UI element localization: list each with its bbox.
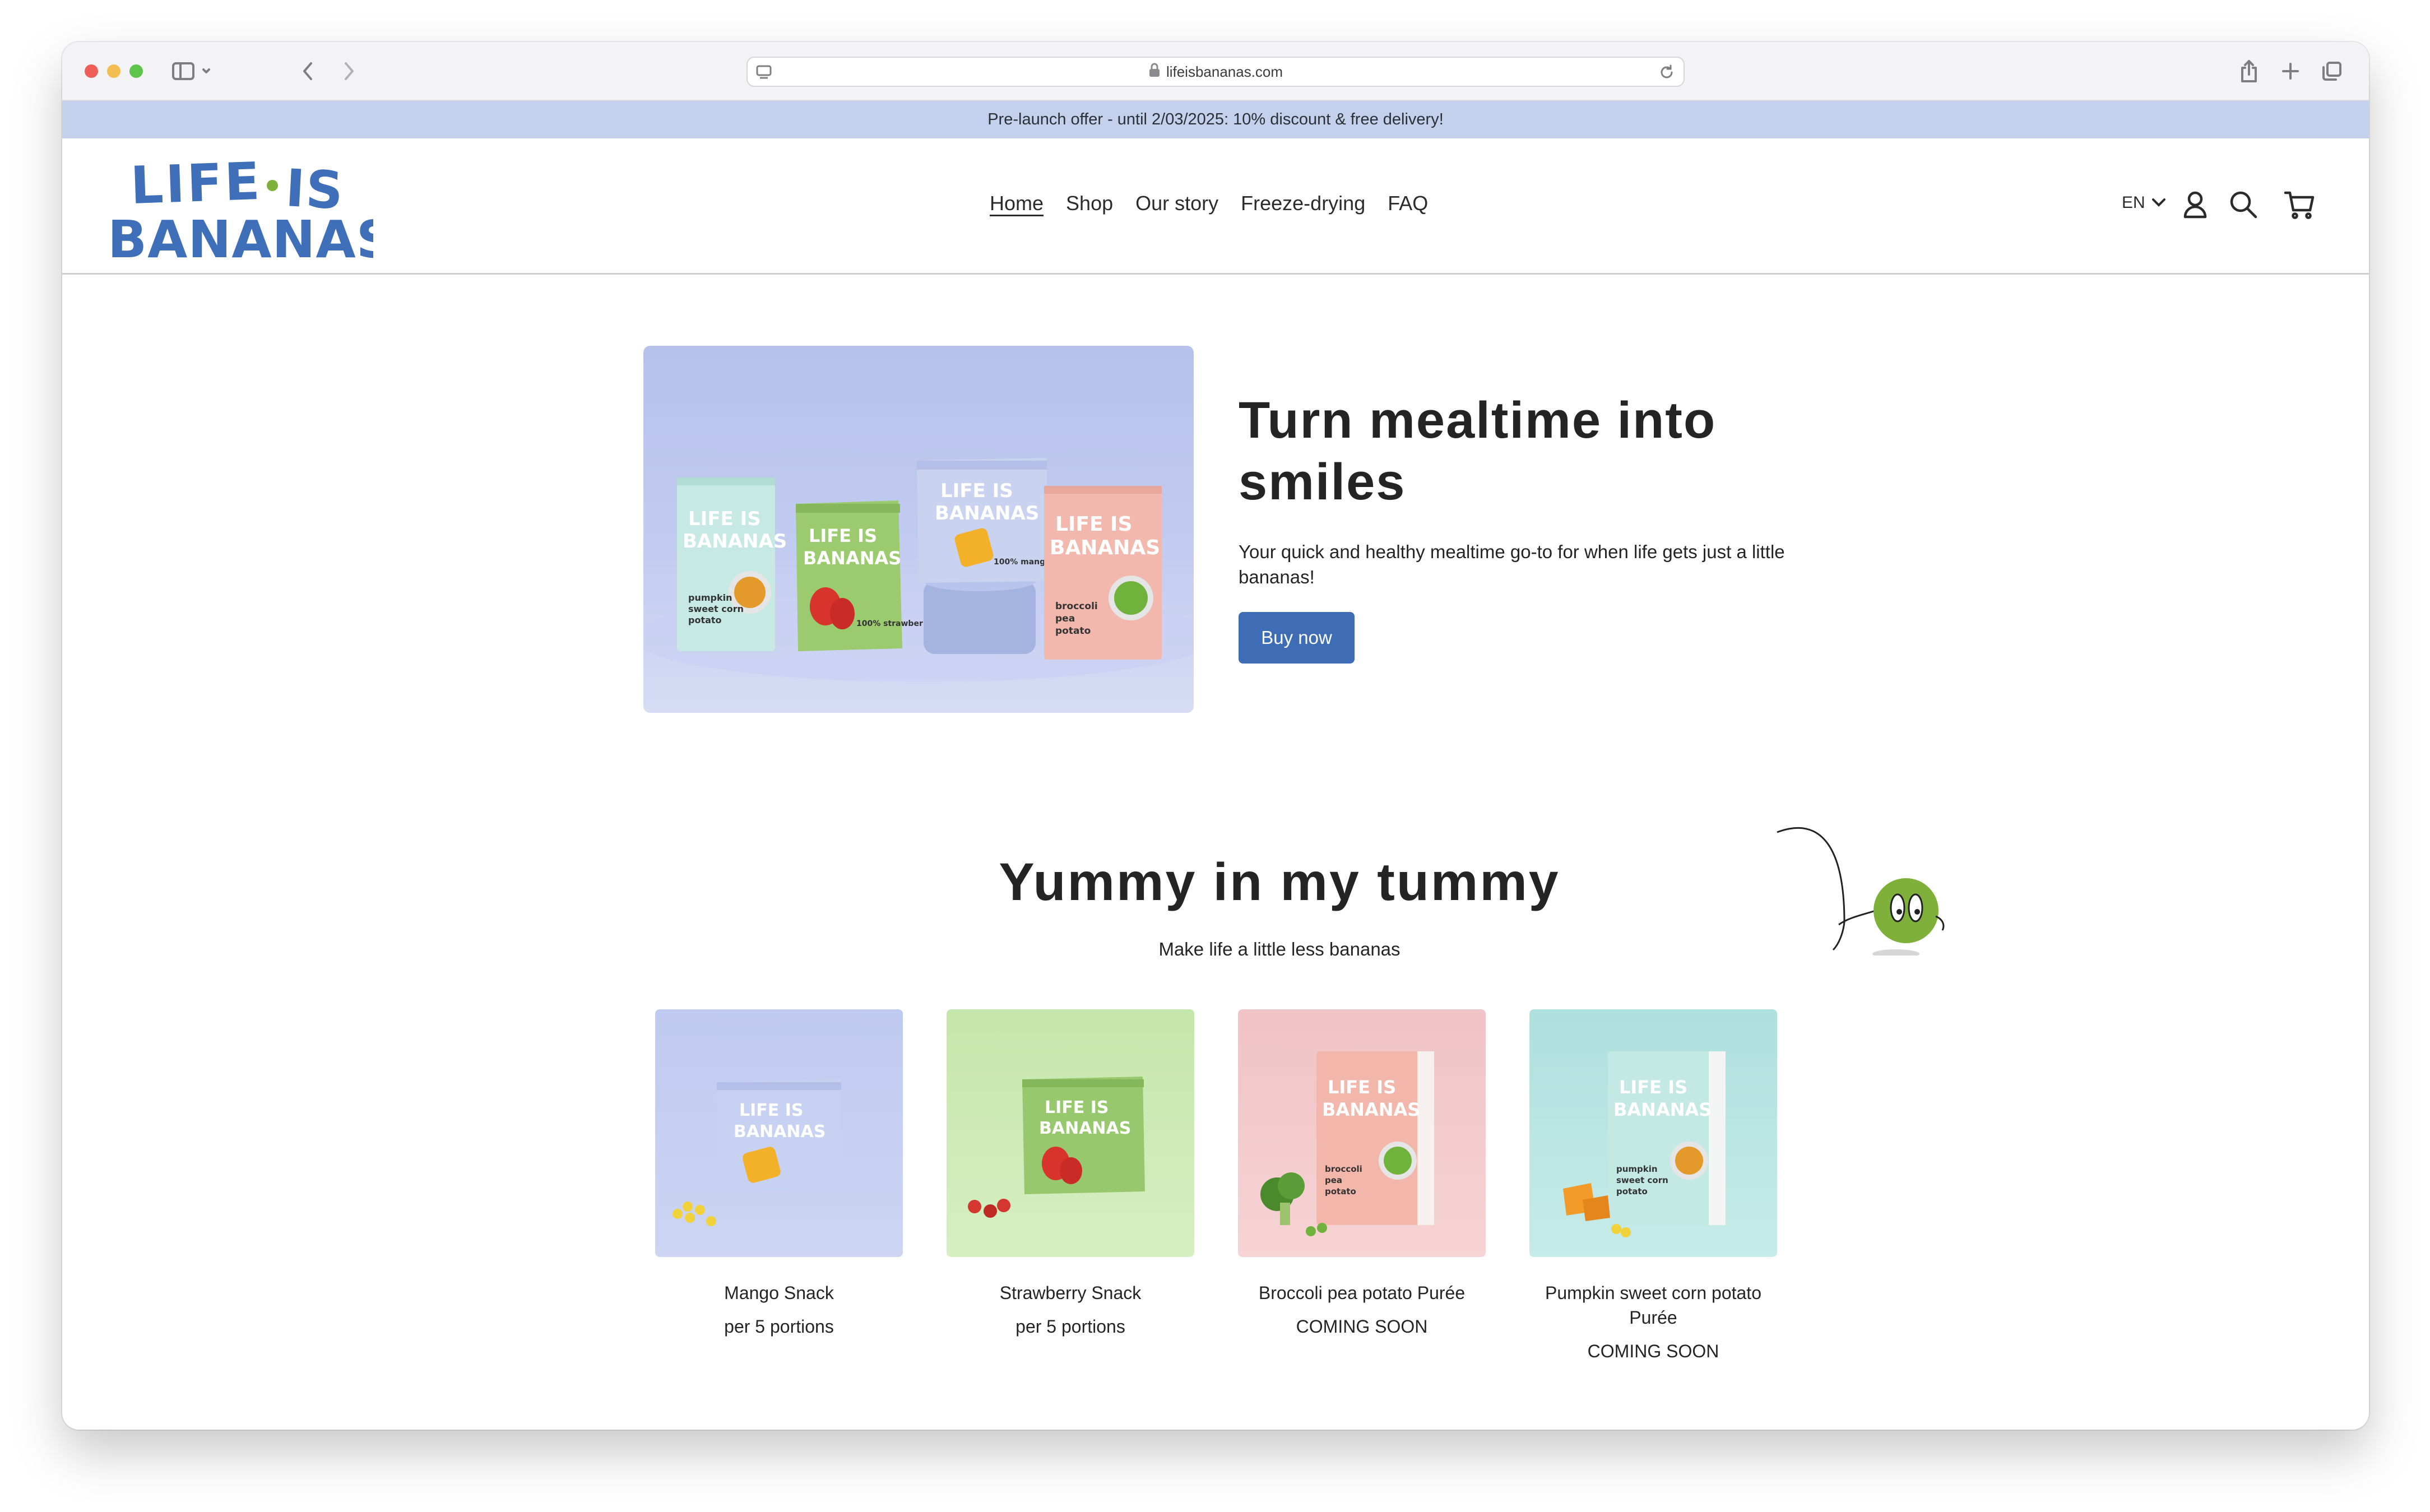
svg-text:potato: potato — [1325, 1186, 1356, 1196]
svg-text:BANANAS: BANANAS — [1322, 1099, 1420, 1120]
svg-text:100% strawberry: 100% strawberry — [856, 619, 932, 628]
svg-text:pumpkin: pumpkin — [1616, 1164, 1658, 1174]
svg-text:LIFE IS: LIFE IS — [1045, 1098, 1109, 1117]
product-card-mango[interactable]: LIFE IS BANANAS Mango Snack per 5 portio… — [655, 1009, 903, 1337]
browser-toolbar: lifeisbananas.com — [62, 42, 2369, 101]
svg-text:pumpkin: pumpkin — [688, 592, 732, 603]
svg-text:BANANAS: BANANAS — [108, 210, 373, 267]
mascot-illustration — [1772, 810, 1962, 958]
product-name[interactable]: Strawberry Snack — [947, 1281, 1194, 1305]
svg-text:LIFE IS: LIFE IS — [688, 508, 761, 530]
site-logo[interactable]: LIFE IS BANANAS — [104, 146, 393, 270]
svg-text:LIFE IS: LIFE IS — [1055, 513, 1132, 536]
reload-icon[interactable] — [1658, 63, 1676, 85]
product-detail: per 5 portions — [1015, 1316, 1125, 1337]
svg-text:BANANAS: BANANAS — [803, 548, 901, 569]
svg-text:potato: potato — [1616, 1186, 1648, 1196]
forward-icon[interactable] — [339, 58, 359, 85]
product-name[interactable]: Pumpkin sweet corn potato Purée — [1529, 1281, 1777, 1330]
language-selector[interactable]: EN — [2122, 193, 2167, 212]
svg-text:LIFE IS: LIFE IS — [1328, 1077, 1396, 1098]
account-icon[interactable] — [2182, 188, 2209, 221]
section-subtitle: Make life a little less bananas — [1158, 939, 1401, 959]
chevron-down-icon — [2151, 193, 2167, 212]
main-nav: Home Shop Our story Freeze-drying FAQ — [990, 192, 1428, 215]
sidebar-toggle-icon[interactable] — [172, 58, 212, 85]
product-card-strawberry[interactable]: LIFE IS BANANAS Strawberry Snack per 5 p… — [947, 1009, 1194, 1337]
svg-text:broccoli: broccoli — [1055, 601, 1098, 612]
svg-text:broccoli: broccoli — [1325, 1164, 1362, 1174]
product-detail: COMING SOON — [1296, 1316, 1428, 1337]
product-name[interactable]: Mango Snack — [655, 1281, 903, 1305]
cart-icon[interactable] — [2284, 188, 2315, 221]
svg-text:sweet corn: sweet corn — [1616, 1175, 1668, 1185]
svg-text:BANANAS: BANANAS — [734, 1122, 826, 1142]
zoom-window-button[interactable] — [129, 64, 143, 78]
product-image-mango[interactable]: LIFE IS BANANAS — [655, 1009, 903, 1257]
svg-text:LIFE: LIFE — [129, 151, 263, 216]
svg-text:LIFE IS: LIFE IS — [1619, 1077, 1687, 1098]
svg-text:BANANAS: BANANAS — [683, 530, 787, 553]
svg-text:LIFE IS: LIFE IS — [940, 480, 1013, 502]
tab-overview-icon[interactable] — [2321, 58, 2343, 85]
nav-home[interactable]: Home — [990, 192, 1044, 215]
svg-text:BANANAS: BANANAS — [1039, 1119, 1131, 1138]
nav-our-story[interactable]: Our story — [1135, 192, 1218, 215]
url-text: lifeisbananas.com — [1166, 63, 1283, 80]
search-icon[interactable] — [2229, 188, 2258, 221]
language-label: EN — [2122, 193, 2145, 212]
svg-text:potato: potato — [1055, 625, 1091, 637]
product-name[interactable]: Broccoli pea potato Purée — [1238, 1281, 1486, 1305]
nav-faq[interactable]: FAQ — [1388, 192, 1428, 215]
product-card-pumpkin[interactable]: LIFE IS BANANAS pumpkin sweet corn potat… — [1529, 1009, 1777, 1362]
svg-text:pea: pea — [1325, 1175, 1342, 1185]
back-icon[interactable] — [298, 58, 318, 85]
nav-shop[interactable]: Shop — [1066, 192, 1113, 215]
new-tab-icon[interactable] — [2279, 58, 2302, 85]
announcement-bar: Pre-launch offer - until 2/03/2025: 10% … — [62, 101, 2369, 138]
address-bar[interactable]: lifeisbananas.com — [746, 57, 1685, 87]
svg-text:BANANAS: BANANAS — [1613, 1099, 1712, 1120]
svg-text:pea: pea — [1055, 613, 1075, 624]
pumpkin-package-image: LIFE IS BANANAS pumpkin sweet corn potat… — [677, 477, 787, 651]
hero-subtitle: Your quick and healthy mealtime go-to fo… — [1239, 541, 1785, 587]
product-detail: COMING SOON — [1587, 1341, 1719, 1361]
lock-icon — [1148, 63, 1161, 81]
svg-text:sweet corn: sweet corn — [688, 604, 744, 614]
hero-image: LIFE IS BANANAS pumpkin sweet corn potat… — [643, 346, 1194, 713]
svg-text:100% mango: 100% mango — [994, 558, 1051, 567]
product-image-strawberry[interactable]: LIFE IS BANANAS — [947, 1009, 1194, 1257]
product-image-broccoli[interactable]: LIFE IS BANANAS broccoli pea potato — [1238, 1009, 1486, 1257]
minimize-window-button[interactable] — [107, 64, 120, 78]
svg-text:BANANAS: BANANAS — [1050, 536, 1160, 559]
hero-title: Turn mealtime into smiles — [1239, 392, 1717, 511]
product-card-broccoli[interactable]: LIFE IS BANANAS broccoli pea potato Broc… — [1238, 1009, 1486, 1337]
broccoli-package-image: LIFE IS BANANAS broccoli pea potato — [1044, 486, 1162, 660]
section-title: Yummy in my tummy — [999, 852, 1560, 912]
site-header: LIFE IS BANANAS Home Shop Our story Free… — [62, 138, 2369, 275]
product-detail: per 5 portions — [724, 1316, 834, 1337]
svg-text:LIFE IS: LIFE IS — [809, 525, 877, 546]
product-image-pumpkin[interactable]: LIFE IS BANANAS pumpkin sweet corn potat… — [1529, 1009, 1777, 1257]
buy-now-button[interactable]: Buy now — [1239, 612, 1355, 664]
browser-window: lifeisbananas.com Pre-launch offer - unt… — [62, 42, 2369, 1430]
svg-text:BANANAS: BANANAS — [935, 502, 1039, 525]
mango-package-image: LIFE IS BANANAS 100% mango — [917, 458, 1051, 583]
svg-text:potato: potato — [688, 615, 722, 625]
site-settings-icon[interactable] — [755, 63, 773, 85]
share-icon[interactable] — [2238, 58, 2260, 85]
nav-freeze-drying[interactable]: Freeze-drying — [1241, 192, 1365, 215]
close-window-button[interactable] — [85, 64, 98, 78]
svg-text:LIFE IS: LIFE IS — [739, 1101, 803, 1120]
